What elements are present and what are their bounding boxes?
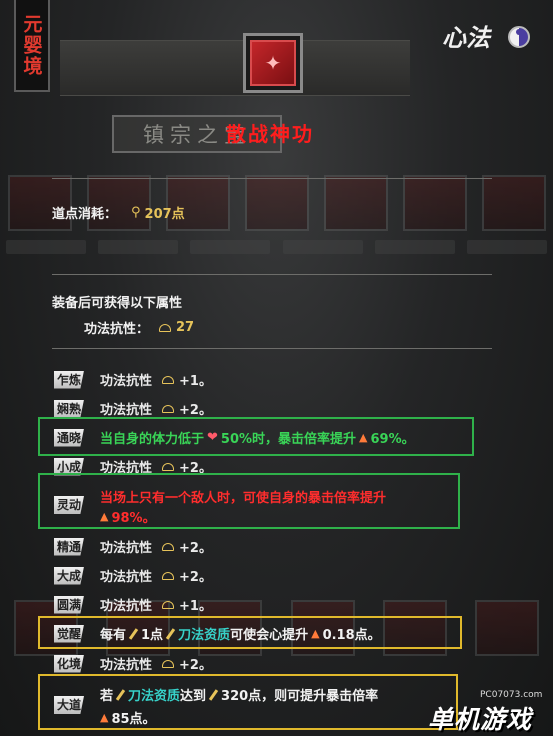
level-row: 娴熟 功法抗性 +2。 bbox=[54, 399, 212, 418]
pin-icon: ⚲ bbox=[131, 205, 141, 220]
equip-title: 装备后可获得以下属性 bbox=[52, 296, 183, 311]
level-value: +2。 bbox=[179, 570, 212, 585]
divider bbox=[52, 348, 492, 349]
lingdong-text-a: 当场上只有一个敌人时，可使自身的暴击倍率提升 bbox=[100, 491, 387, 506]
tongxiao-text-a: 当自身的体力低于 bbox=[100, 432, 205, 447]
skill-title: 散战神功 bbox=[226, 122, 314, 146]
dadao-effect-line1: 若 刀法资质 达到 320点，则可提升暴击倍率 bbox=[100, 685, 378, 704]
dadao-text-c: 达到 bbox=[180, 689, 207, 704]
shield-icon bbox=[162, 571, 175, 580]
shield-icon bbox=[162, 542, 175, 551]
juexing-text-a: 每有 bbox=[100, 628, 127, 643]
juexing-effect: 每有 1点 刀法资质 可使会心提升 ▲ 0.18点。 bbox=[100, 624, 381, 643]
juexing-text-d: 可使会心提升 bbox=[230, 628, 309, 643]
lingdong-effect-line2: ▲ 98%。 bbox=[100, 507, 156, 526]
red-book-icon: ✦ bbox=[250, 40, 296, 86]
equip-stat: 功法抗性： 27 bbox=[84, 318, 194, 337]
heart-icon: ❤ bbox=[207, 430, 218, 445]
equip-stat-label: 功法抗性： bbox=[84, 322, 150, 337]
level-value: +2。 bbox=[179, 403, 212, 418]
level-badge: 通晓 bbox=[54, 428, 84, 447]
skill-book-frame: ✦ bbox=[243, 33, 303, 93]
level-text: 功法抗性 bbox=[100, 374, 153, 389]
lingdong-text-b: 98%。 bbox=[111, 511, 156, 526]
level-row-tongxiao: 通晓 当自身的体力低于 ❤ 50%时，暴击倍率提升 ▲ 69%。 bbox=[54, 428, 415, 447]
level-badge: 觉醒 bbox=[54, 624, 84, 643]
watermark-logo: 单机游戏 bbox=[428, 705, 533, 734]
shield-icon bbox=[162, 375, 175, 384]
level-row: 化境 功法抗性 +2。 bbox=[54, 654, 212, 673]
crit-icon: ▲ bbox=[100, 711, 109, 724]
background-label-row bbox=[0, 240, 553, 254]
juexing-text-c: 刀法资质 bbox=[178, 628, 231, 643]
taiji-icon[interactable] bbox=[508, 26, 530, 48]
level-text: 功法抗性 bbox=[100, 403, 153, 418]
shield-icon bbox=[162, 600, 175, 609]
divider bbox=[52, 274, 492, 275]
lingdong-effect-line1: 当场上只有一个敌人时，可使自身的暴击倍率提升 bbox=[100, 487, 386, 506]
level-badge: 精通 bbox=[54, 537, 84, 556]
dadao-text-a: 若 bbox=[100, 689, 114, 704]
realm-tag: 元婴境 bbox=[14, 0, 50, 92]
level-badge: 娴熟 bbox=[54, 399, 84, 418]
crit-icon: ▲ bbox=[311, 627, 320, 640]
crit-icon: ▲ bbox=[359, 431, 368, 444]
shield-icon bbox=[159, 323, 172, 332]
dadao-text-d: 320点，则可提升暴击倍率 bbox=[221, 689, 379, 704]
shield-icon bbox=[162, 462, 175, 471]
juexing-text-e: 0.18点。 bbox=[322, 628, 381, 643]
level-badge: 大道 bbox=[54, 696, 84, 714]
level-text: 功法抗性 bbox=[100, 599, 153, 614]
equip-stat-value: 27 bbox=[176, 320, 195, 335]
watermark-url: PC07073.com bbox=[480, 690, 543, 700]
dadao-effect-line2: ▲ 85点。 bbox=[100, 708, 156, 727]
level-badge: 大成 bbox=[54, 566, 84, 585]
xinfa-label: 心法 bbox=[442, 23, 490, 52]
juexing-text-b: 1点 bbox=[141, 628, 164, 643]
blade-icon bbox=[128, 627, 139, 640]
level-text: 功法抗性 bbox=[100, 541, 153, 556]
level-row: 乍炼 功法抗性 +1。 bbox=[54, 370, 212, 389]
level-badge: 圆满 bbox=[54, 595, 84, 614]
blade-icon bbox=[115, 688, 126, 701]
level-value: +2。 bbox=[179, 658, 212, 673]
level-badge: 化境 bbox=[54, 654, 84, 673]
level-value: +1。 bbox=[179, 374, 212, 389]
level-row-lingdong: 灵动 bbox=[54, 496, 100, 514]
tongxiao-text-b: 50%时，暴击倍率提升 bbox=[220, 432, 357, 447]
level-value: +2。 bbox=[179, 541, 212, 556]
dadao-text-b: 刀法资质 bbox=[128, 689, 181, 704]
dadao-text-e: 85点。 bbox=[111, 712, 156, 727]
tongxiao-effect: 当自身的体力低于 ❤ 50%时，暴击倍率提升 ▲ 69%。 bbox=[100, 428, 415, 447]
level-value: +1。 bbox=[179, 599, 212, 614]
divider bbox=[52, 178, 492, 179]
crit-icon: ▲ bbox=[100, 510, 109, 523]
cost-value: 207点 bbox=[144, 207, 185, 222]
level-badge: 灵动 bbox=[54, 496, 84, 514]
cost-row: 道点消耗： ⚲ 207点 bbox=[52, 203, 185, 222]
blade-icon bbox=[208, 688, 219, 701]
background-banner bbox=[60, 40, 410, 96]
level-row-juexing: 觉醒 每有 1点 刀法资质 可使会心提升 ▲ 0.18点。 bbox=[54, 624, 381, 643]
blade-icon bbox=[165, 627, 176, 640]
realm-label: 元婴境 bbox=[20, 13, 43, 77]
level-row-dadao: 大道 bbox=[54, 696, 100, 714]
level-text: 功法抗性 bbox=[100, 658, 153, 673]
level-row: 圆满 功法抗性 +1。 bbox=[54, 595, 212, 614]
shield-icon bbox=[162, 659, 175, 668]
level-text: 功法抗性 bbox=[100, 570, 153, 585]
cost-label: 道点消耗： bbox=[52, 207, 118, 222]
shield-icon bbox=[162, 404, 175, 413]
level-row: 精通 功法抗性 +2。 bbox=[54, 537, 212, 556]
level-row: 大成 功法抗性 +2。 bbox=[54, 566, 212, 585]
tongxiao-text-c: 69%。 bbox=[370, 432, 415, 447]
level-badge: 乍炼 bbox=[54, 370, 84, 389]
